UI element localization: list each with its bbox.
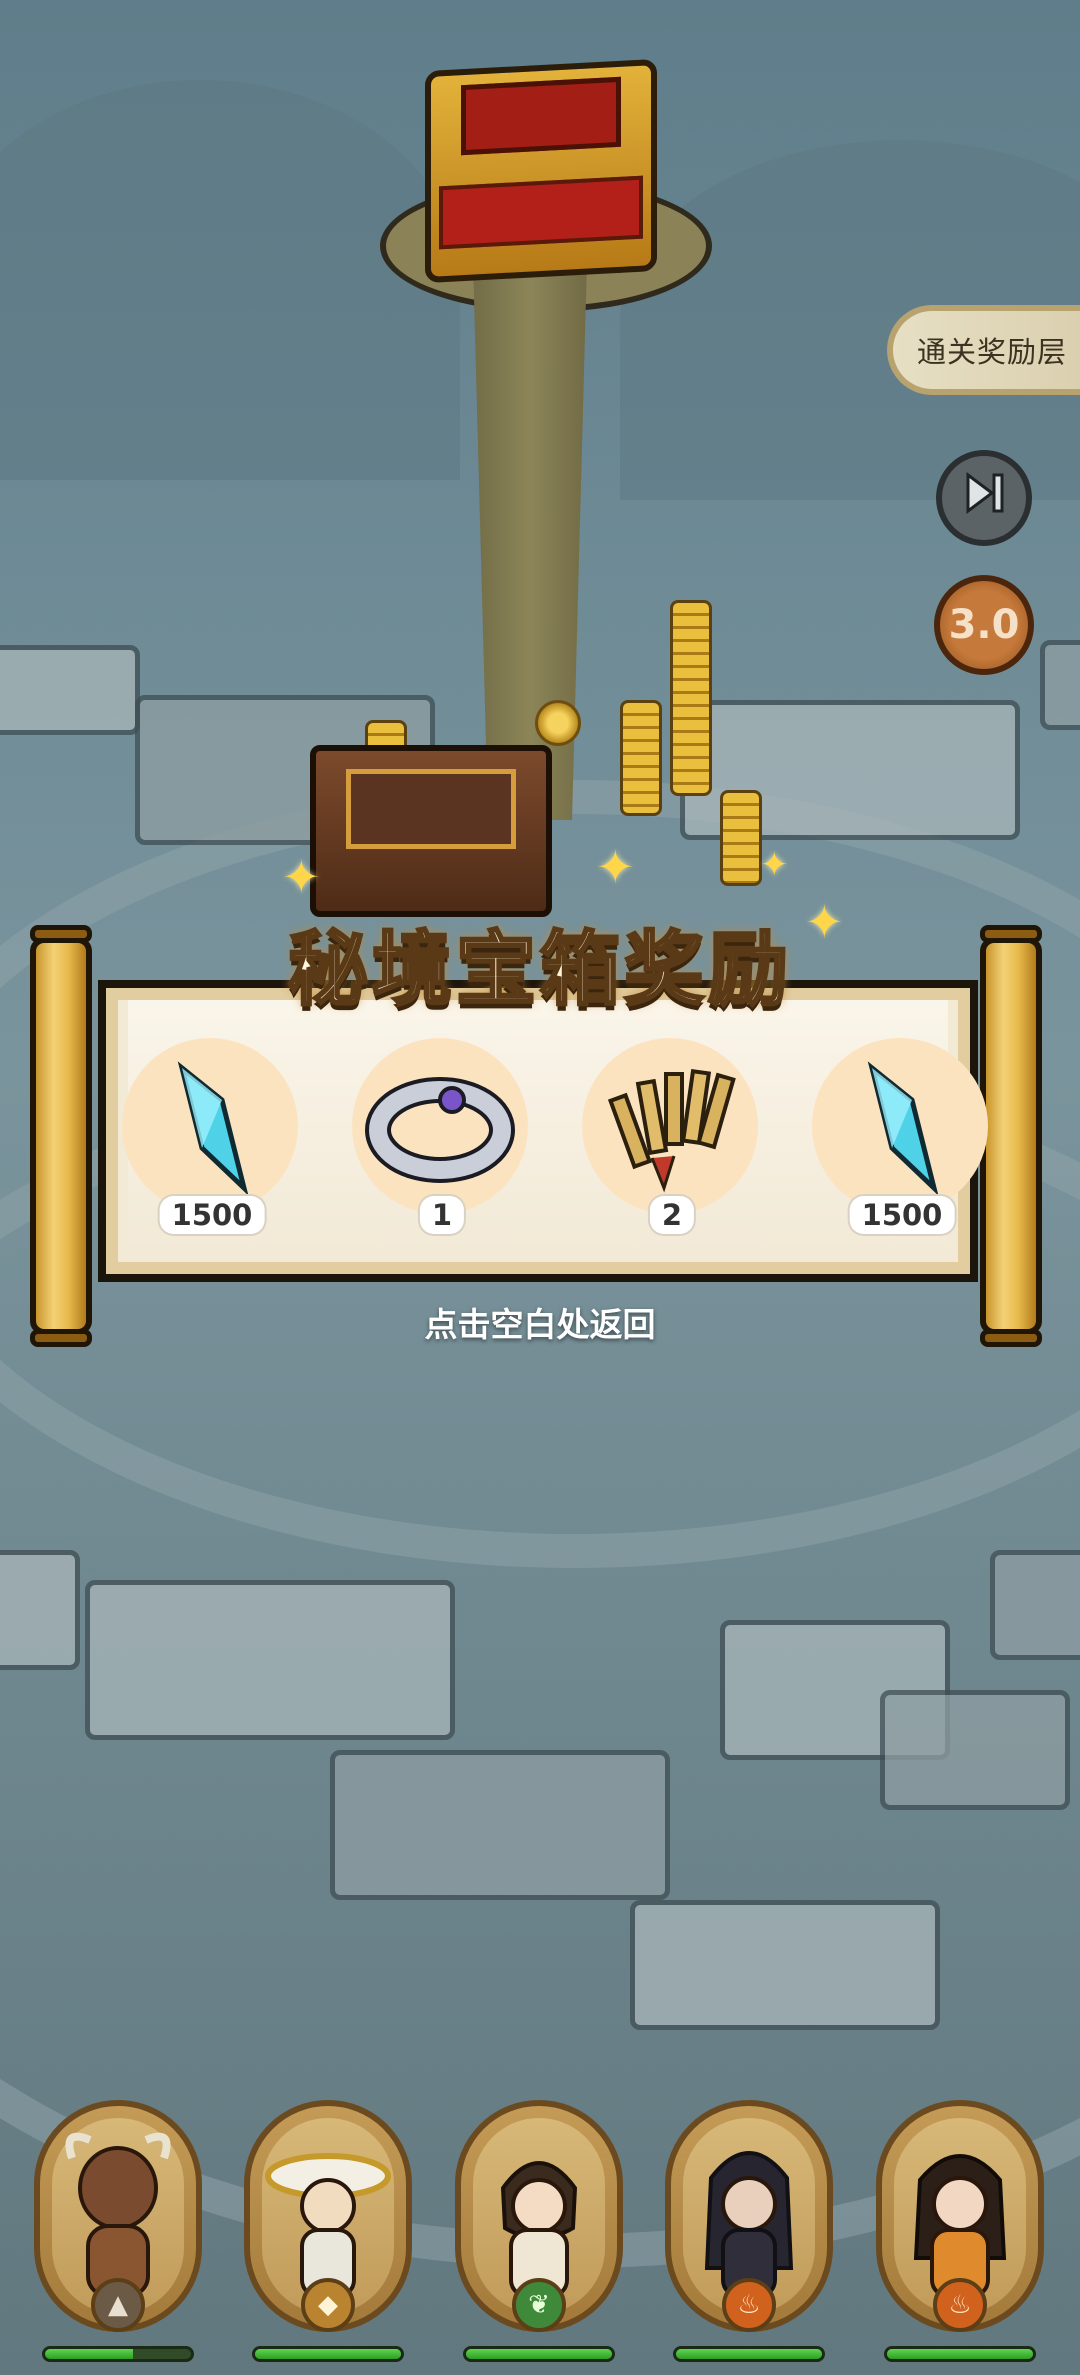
skip-forward-icon: [960, 469, 1008, 527]
earth-icon: ▲: [91, 2278, 145, 2332]
chest-lid: [461, 76, 621, 156]
stone-slab: [880, 1690, 1070, 1810]
speed-value: 3.0: [948, 602, 1020, 648]
chest-band: [439, 175, 643, 250]
item-count: 1: [419, 1196, 465, 1234]
stone-slab: [630, 1900, 940, 2030]
hero-slot-minotaur[interactable]: ▲: [34, 2100, 202, 2370]
item-count: 2: [649, 1196, 695, 1234]
reward-item[interactable]: 2: [582, 1038, 762, 1248]
chest-lid: [346, 769, 516, 849]
stone-slab: [85, 1580, 455, 1740]
hero-slot-white-hat[interactable]: ◆: [244, 2100, 412, 2370]
coin-stack: [670, 600, 712, 796]
hero-hp-bar: [252, 2346, 404, 2362]
golden-treasure-chest: [425, 58, 657, 284]
hero-hp-bar: [42, 2346, 194, 2362]
coin-stack: [720, 790, 762, 886]
stone-slab: [330, 1750, 670, 1900]
clear-reward-floor-button[interactable]: 通关奖励层: [887, 305, 1080, 395]
item-count: 1500: [159, 1196, 265, 1234]
hero-slot-scholar[interactable]: ❦: [455, 2100, 623, 2370]
hero-hp-bar: [463, 2346, 615, 2362]
silver-ring-icon: [352, 1038, 528, 1214]
sparkle-icon: ✦: [805, 895, 844, 949]
wind-icon: ◆: [301, 2278, 355, 2332]
bamboo-scroll-icon: [582, 1038, 758, 1214]
hero-slot-dark-swordsman[interactable]: ♨: [665, 2100, 833, 2370]
skip-button[interactable]: [936, 450, 1032, 546]
sparkle-icon: ✦: [282, 850, 321, 904]
wooden-treasure-chest: [310, 745, 552, 917]
leaf-icon: ❦: [512, 2278, 566, 2332]
reward-title: 秘境宝箱奖励: [287, 922, 792, 1018]
fire-icon: ♨: [722, 2278, 776, 2332]
tap-blank-to-return-hint: 点击空白处返回: [424, 1305, 656, 1344]
reward-item[interactable]: 1500: [812, 1038, 992, 1248]
crystal-shard-icon: [812, 1038, 988, 1214]
stone-slab: [0, 645, 140, 735]
reward-item[interactable]: 1: [352, 1038, 532, 1248]
stone-slab: [0, 1550, 80, 1670]
reward-item[interactable]: 1500: [122, 1038, 302, 1248]
rock-pillar: [473, 260, 587, 820]
floor-label-text: 通关奖励层: [917, 335, 1068, 369]
stone-slab: [990, 1550, 1080, 1660]
sparkle-icon: ✦: [596, 840, 635, 894]
mountain: [0, 80, 460, 480]
sparkle-icon: ✦: [760, 845, 789, 885]
hero-hp-bar: [884, 2346, 1036, 2362]
hero-slot-fire-maiden[interactable]: ♨: [876, 2100, 1044, 2370]
coin-stack: [620, 700, 662, 816]
crystal-shard-icon: [122, 1038, 298, 1214]
stone-slab: [1040, 640, 1080, 730]
fire-icon: ♨: [933, 2278, 987, 2332]
hero-hp-bar: [673, 2346, 825, 2362]
gold-coin: [535, 700, 581, 746]
battle-speed-button[interactable]: 3.0: [934, 575, 1034, 675]
item-count: 1500: [849, 1196, 955, 1234]
